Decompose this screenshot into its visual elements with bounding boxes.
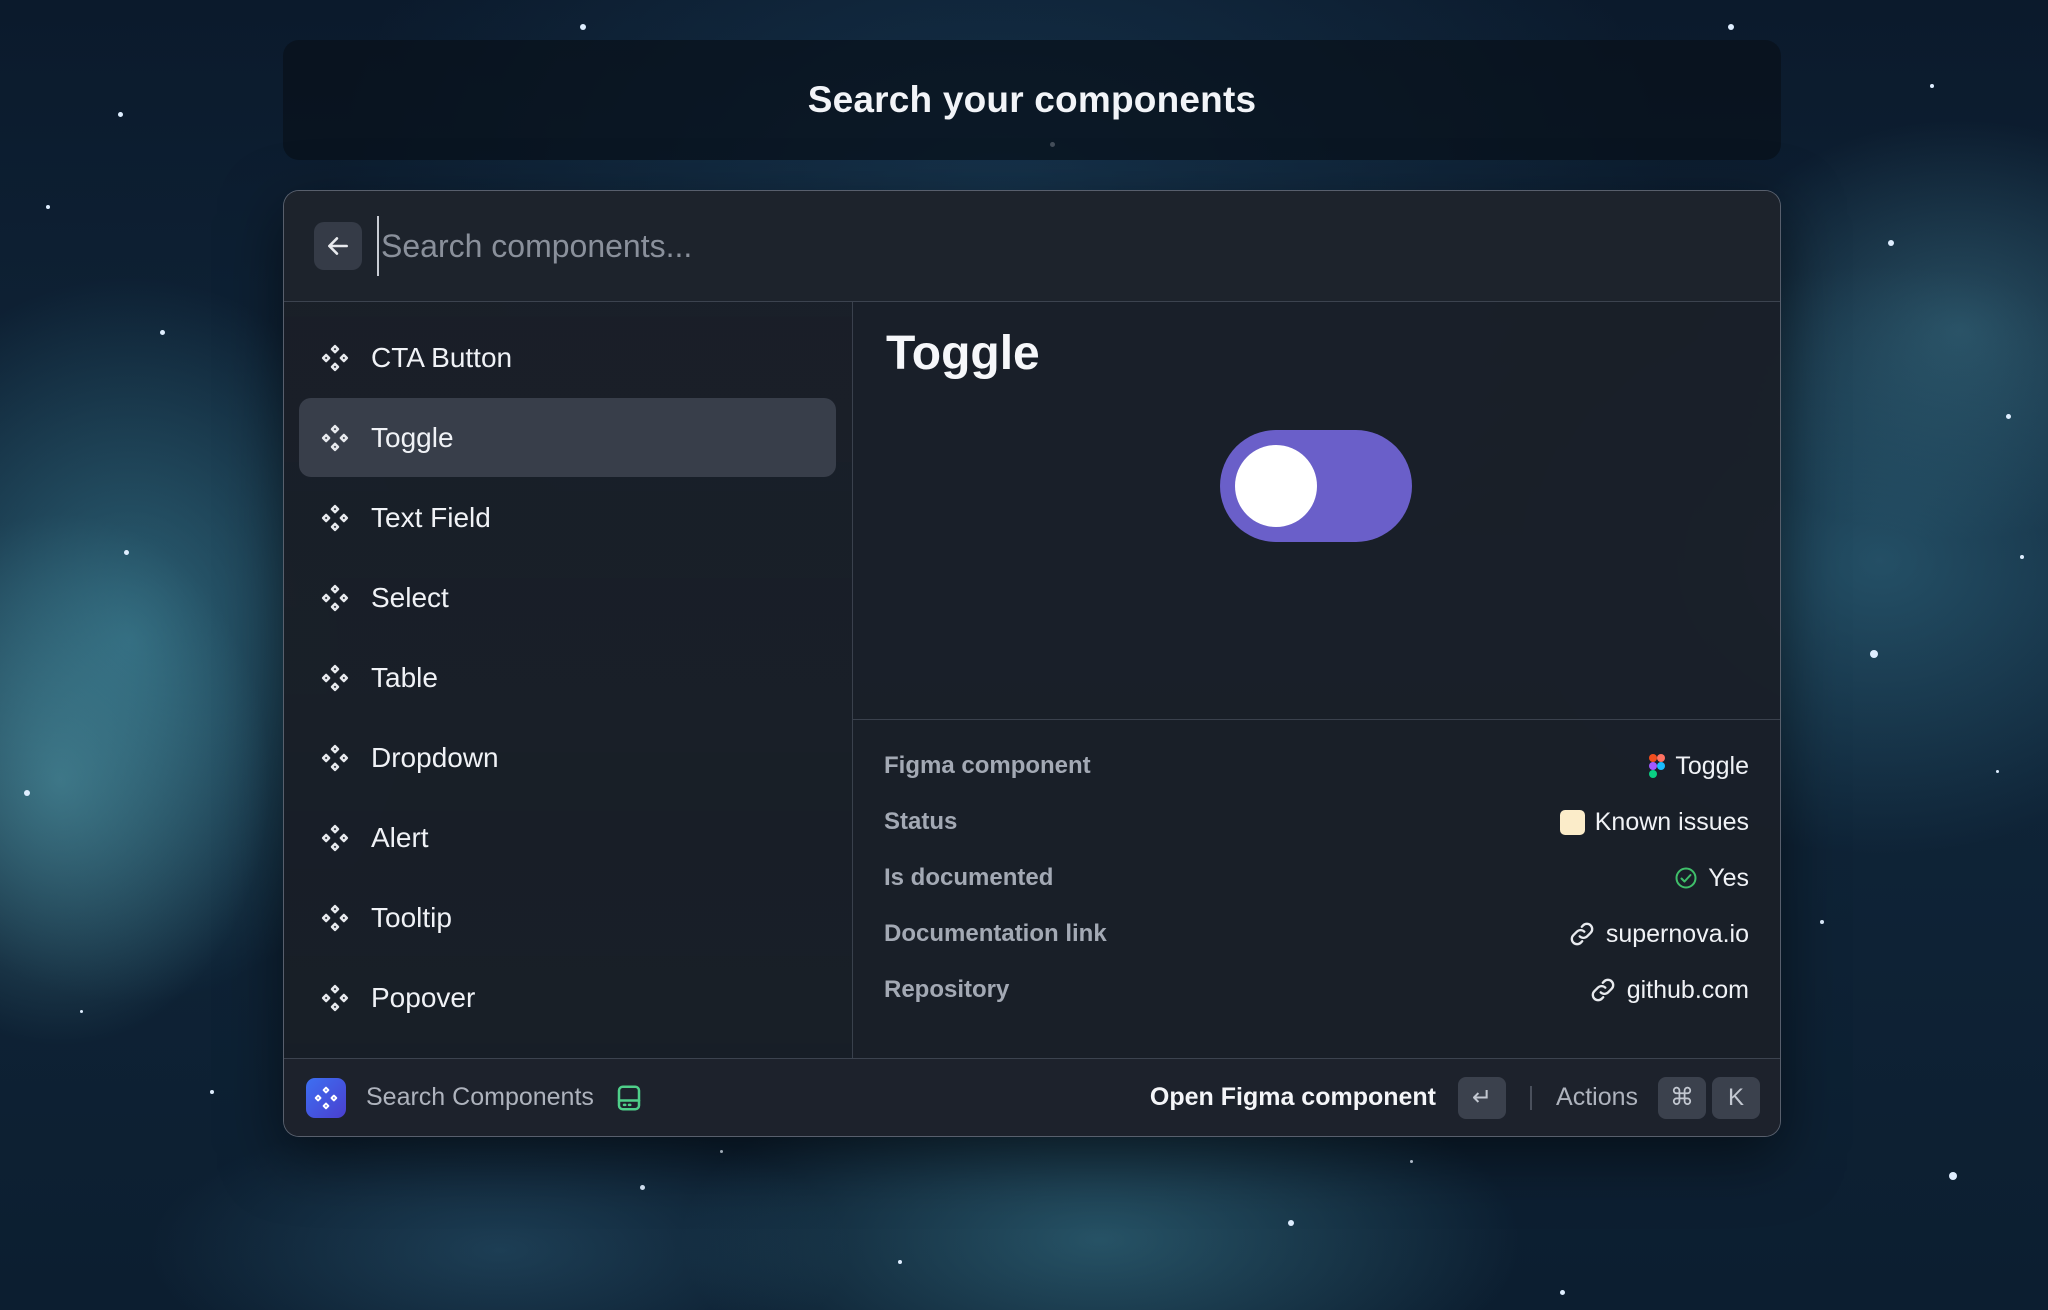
component-icon [319, 902, 351, 934]
component-label: Alert [371, 821, 429, 853]
search-input[interactable] [377, 216, 1780, 276]
component-icon [319, 742, 351, 774]
meta-row-figma: Figma component Toggle [884, 738, 1749, 794]
documented-value: Yes [1708, 863, 1749, 892]
component-detail: Toggle Figma component Toggle Status Kno… [853, 302, 1780, 1058]
meta-value[interactable]: Toggle [1649, 752, 1749, 781]
component-list-item[interactable]: Tooltip [299, 878, 836, 957]
cmd-key-hint: ⌘ [1658, 1076, 1706, 1119]
component-icon [319, 342, 351, 374]
meta-key: Documentation link [884, 920, 1107, 947]
figma-component-value: Toggle [1675, 751, 1749, 780]
status-swatch [1559, 809, 1585, 835]
meta-key: Repository [884, 976, 1010, 1003]
k-key-hint: K [1712, 1076, 1760, 1119]
component-list: CTA Button Toggle Text Field Select Table Dro… [284, 302, 853, 1058]
meta-row-doc-link: Documentation link supernova.io [884, 906, 1749, 962]
meta-value: Yes [1674, 864, 1749, 893]
component-list-item[interactable]: Select [299, 558, 836, 637]
component-label: Popover [371, 981, 476, 1013]
component-list-item[interactable]: Text Field [299, 478, 836, 557]
meta-value[interactable]: github.com [1589, 976, 1749, 1005]
toggle-preview[interactable] [1220, 430, 1412, 542]
link-icon [1591, 978, 1615, 1002]
back-button[interactable] [314, 222, 362, 270]
meta-key: Status [884, 808, 958, 835]
component-preview: Toggle [853, 302, 1780, 720]
component-label: Dropdown [371, 741, 499, 773]
component-list-item[interactable]: Alert [299, 798, 836, 877]
search-row [284, 191, 1780, 302]
component-list-item[interactable]: Dropdown [299, 718, 836, 797]
component-label: Select [371, 581, 449, 613]
repository-link[interactable]: github.com [1627, 976, 1749, 1005]
component-label: CTA Button [371, 341, 513, 373]
detail-title: Toggle [886, 327, 1040, 380]
drive-icon [614, 1083, 644, 1113]
arrow-left-icon [328, 237, 348, 255]
component-icon [319, 982, 351, 1014]
enter-key-hint: ↵ [1458, 1076, 1507, 1119]
component-label: Text Field [371, 501, 491, 533]
component-list-item[interactable]: Popover [299, 958, 836, 1037]
meta-value[interactable]: supernova.io [1568, 920, 1749, 949]
meta-value: Known issues [1559, 807, 1749, 837]
component-icon [319, 502, 351, 534]
status-value: Known issues [1594, 807, 1749, 836]
meta-row-repository: Repository github.com [884, 962, 1749, 1018]
toggle-knob [1235, 445, 1317, 527]
documentation-link[interactable]: supernova.io [1606, 920, 1749, 949]
link-icon [1570, 922, 1594, 946]
component-label: Table [371, 661, 438, 693]
metadata-list: Figma component Toggle Status Known issu… [853, 720, 1780, 1018]
component-icon [319, 582, 351, 614]
component-list-item[interactable]: Table [299, 638, 836, 717]
component-icon [319, 822, 351, 854]
open-figma-button[interactable]: Open Figma component [1150, 1083, 1436, 1112]
component-label: Toggle [371, 421, 454, 453]
meta-row-documented: Is documented Yes [884, 850, 1749, 906]
divider [1530, 1085, 1533, 1110]
component-label: Tooltip [371, 901, 452, 933]
figma-icon [1649, 754, 1666, 778]
app-logo-icon [306, 1077, 346, 1118]
footer-app-name: Search Components [366, 1083, 594, 1111]
meta-key: Is documented [884, 864, 1054, 891]
check-circle-icon [1675, 867, 1697, 889]
component-icon [319, 422, 351, 454]
component-search-window: CTA Button Toggle Text Field Select Table Dro… [283, 190, 1781, 1137]
page-header: Search your components [283, 40, 1781, 160]
meta-key: Figma component [884, 752, 1091, 779]
actions-button[interactable]: Actions [1556, 1083, 1638, 1112]
component-list-item[interactable]: Toggle [299, 398, 836, 477]
footer-bar: Search Components Open Figma component ↵… [284, 1058, 1780, 1136]
page-title: Search your components [807, 79, 1257, 120]
meta-row-status: Status Known issues [884, 794, 1749, 850]
component-list-item[interactable]: CTA Button [299, 318, 836, 397]
component-icon [319, 662, 351, 694]
